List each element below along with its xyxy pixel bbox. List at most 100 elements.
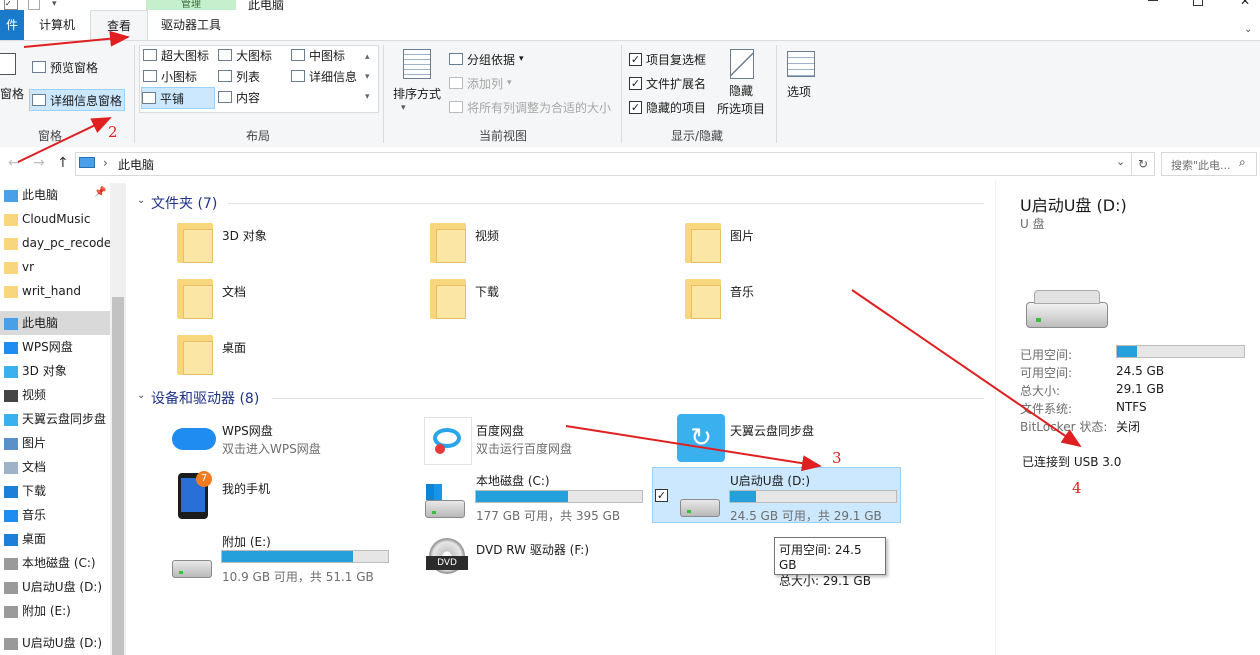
tab-drive-tools[interactable]: 驱动器工具 — [146, 10, 236, 40]
pictures-folder[interactable] — [685, 223, 721, 263]
nav-item[interactable]: 3D 对象 — [0, 359, 110, 383]
layout-medium-icons[interactable]: 中图标 — [291, 45, 345, 65]
fit-columns-button[interactable]: 将所有列调整为合适的大小 — [449, 97, 611, 117]
layout-list[interactable]: 列表 — [218, 66, 260, 86]
nav-item[interactable]: 本地磁盘 (C:) — [0, 551, 110, 575]
options-button[interactable]: 选项 — [787, 83, 811, 100]
layout-tiles[interactable]: 平铺 — [141, 87, 215, 109]
sync-icon[interactable]: ↻ — [677, 414, 725, 462]
drive-e-icon[interactable] — [172, 560, 212, 578]
annotation-4: 4 — [1072, 479, 1082, 497]
nav-item[interactable]: 天翼云盘同步盘 — [0, 407, 110, 431]
tab-file[interactable]: 件 — [0, 10, 24, 40]
nav-pane-button[interactable]: 窗格 — [0, 85, 24, 102]
drive-tooltip: 可用空间: 24.5 GB 总大小: 29.1 GB — [774, 537, 886, 588]
nav-item[interactable]: 附加 (E:) — [0, 599, 110, 623]
ribbon: 窗格 预览窗格 详细信息窗格 窗格 超大图标 大图标 中图标 小图标 列表 详细… — [0, 40, 1260, 148]
hide-selected-icon[interactable] — [730, 49, 754, 79]
folders-section-title[interactable]: 文件夹 (7) — [151, 193, 217, 213]
checkbox-checked-icon: ✓ — [629, 76, 642, 90]
address-dropdown-icon[interactable]: ⌄ — [1116, 155, 1125, 168]
downloads-folder[interactable] — [430, 279, 466, 319]
restore-icon[interactable] — [1193, 0, 1203, 6]
checkbox-icon[interactable]: ✓ — [4, 0, 18, 10]
desktop-icon — [4, 533, 18, 546]
nav-item[interactable]: WPS网盘 — [0, 335, 110, 359]
tiles-icon — [142, 92, 156, 104]
layout-large-icons[interactable]: 大图标 — [218, 45, 272, 65]
document-icon — [4, 461, 18, 474]
pin-icon[interactable]: 📌 — [94, 187, 106, 198]
qat-dropdown-icon[interactable]: ▾ — [52, 0, 57, 9]
documents-folder[interactable] — [177, 279, 213, 319]
collapse-chevron-icon[interactable]: ⌄ — [137, 195, 145, 206]
preview-pane-button[interactable]: 预览窗格 — [32, 57, 98, 77]
breadcrumb-current[interactable]: 此电脑 — [118, 156, 154, 173]
nav-item-label: 文档 — [22, 460, 47, 474]
tab-computer[interactable]: 计算机 — [24, 10, 90, 40]
sort-dropdown-icon[interactable]: ▾ — [401, 103, 406, 113]
layout-content[interactable]: 内容 — [218, 87, 260, 107]
3d-objects-folder[interactable] — [177, 223, 213, 263]
sort-icon[interactable] — [403, 49, 431, 79]
collapse-chevron-icon[interactable]: ⌄ — [137, 390, 145, 401]
details-pane-button[interactable]: 详细信息窗格 — [29, 89, 126, 111]
search-input[interactable]: 搜索"此电... ⌕ — [1161, 152, 1257, 176]
nav-item[interactable]: day_pc_recode — [0, 231, 110, 255]
nav-pane-icon[interactable] — [0, 53, 16, 75]
small-icons-icon — [143, 70, 157, 82]
devices-section-title[interactable]: 设备和驱动器 (8) — [151, 388, 259, 408]
preview-pane-icon — [32, 61, 46, 73]
folder-front — [183, 285, 213, 319]
hidden-items-toggle[interactable]: ✓ 隐藏的项目 — [629, 97, 706, 117]
baidu-tile[interactable] — [424, 417, 472, 465]
nav-scrollbar-thumb[interactable] — [112, 297, 124, 655]
wps-tile[interactable] — [170, 418, 218, 466]
minimize-icon[interactable] — [1148, 0, 1158, 1]
refresh-icon[interactable]: ↻ — [1131, 152, 1155, 176]
close-icon[interactable]: ✕ — [1240, 0, 1250, 8]
layout-small-icons[interactable]: 小图标 — [143, 66, 197, 86]
up-arrow-icon[interactable]: ↑ — [57, 155, 69, 171]
nav-item[interactable]: 下载 — [0, 479, 110, 503]
forward-arrow-icon[interactable]: → — [33, 155, 45, 171]
expand-ribbon-icon[interactable]: ⌄ — [1244, 24, 1252, 35]
group-by-button[interactable]: 分组依据 ▾ — [449, 49, 524, 69]
nav-item[interactable]: 音乐 — [0, 503, 110, 527]
wps-name: WPS网盘 — [222, 424, 273, 438]
new-folder-icon[interactable] — [28, 0, 40, 10]
desktop-folder[interactable] — [177, 335, 213, 375]
nav-item[interactable]: vr — [0, 255, 110, 279]
nav-item[interactable]: 文档 — [0, 455, 110, 479]
nav-item[interactable]: U启动U盘 (D:) — [0, 575, 110, 599]
checkbox-checked-icon[interactable]: ✓ — [655, 489, 668, 502]
layout-details[interactable]: 详细信息 — [291, 66, 357, 86]
gallery-scroll-icon[interactable]: ▴ ▾ ▾ — [365, 47, 370, 107]
nav-item[interactable]: writ_hand — [0, 279, 110, 303]
videos-folder[interactable] — [430, 223, 466, 263]
layout-xl-icons[interactable]: 超大图标 — [143, 45, 209, 65]
nav-item[interactable]: 视频 — [0, 383, 110, 407]
back-arrow-icon[interactable]: ← — [8, 155, 20, 171]
nav-item[interactable]: U启动U盘 (D:) — [0, 631, 110, 655]
windows-logo-icon — [426, 484, 442, 500]
nav-item[interactable]: 图片 — [0, 431, 110, 455]
tooltip-total: 总大小: 29.1 GB — [779, 574, 871, 588]
nav-item-label: 天翼云盘同步盘 — [22, 412, 107, 426]
nav-item[interactable]: CloudMusic — [0, 207, 110, 231]
add-column-button[interactable]: 添加列 ▾ — [449, 73, 512, 93]
options-icon[interactable] — [787, 51, 815, 77]
hide-selected-button[interactable]: 隐藏 — [729, 83, 753, 100]
phone-icon[interactable]: 7 — [178, 471, 212, 519]
item-checkboxes-toggle[interactable]: ✓ 项目复选框 — [629, 49, 706, 69]
music-folder[interactable] — [685, 279, 721, 319]
folder-label: 桌面 — [222, 341, 247, 355]
nav-item[interactable]: 桌面 — [0, 527, 110, 551]
tab-view[interactable]: 查看 — [90, 10, 148, 42]
nav-item[interactable]: 此电脑 — [0, 311, 110, 335]
file-extensions-toggle[interactable]: ✓ 文件扩展名 — [629, 73, 706, 93]
drive-c-icon[interactable] — [425, 500, 465, 518]
sort-button[interactable]: 排序方式 — [393, 85, 441, 102]
address-bar[interactable]: › 此电脑 ⌄ — [75, 152, 1132, 176]
nav-item-label: 3D 对象 — [22, 364, 67, 378]
